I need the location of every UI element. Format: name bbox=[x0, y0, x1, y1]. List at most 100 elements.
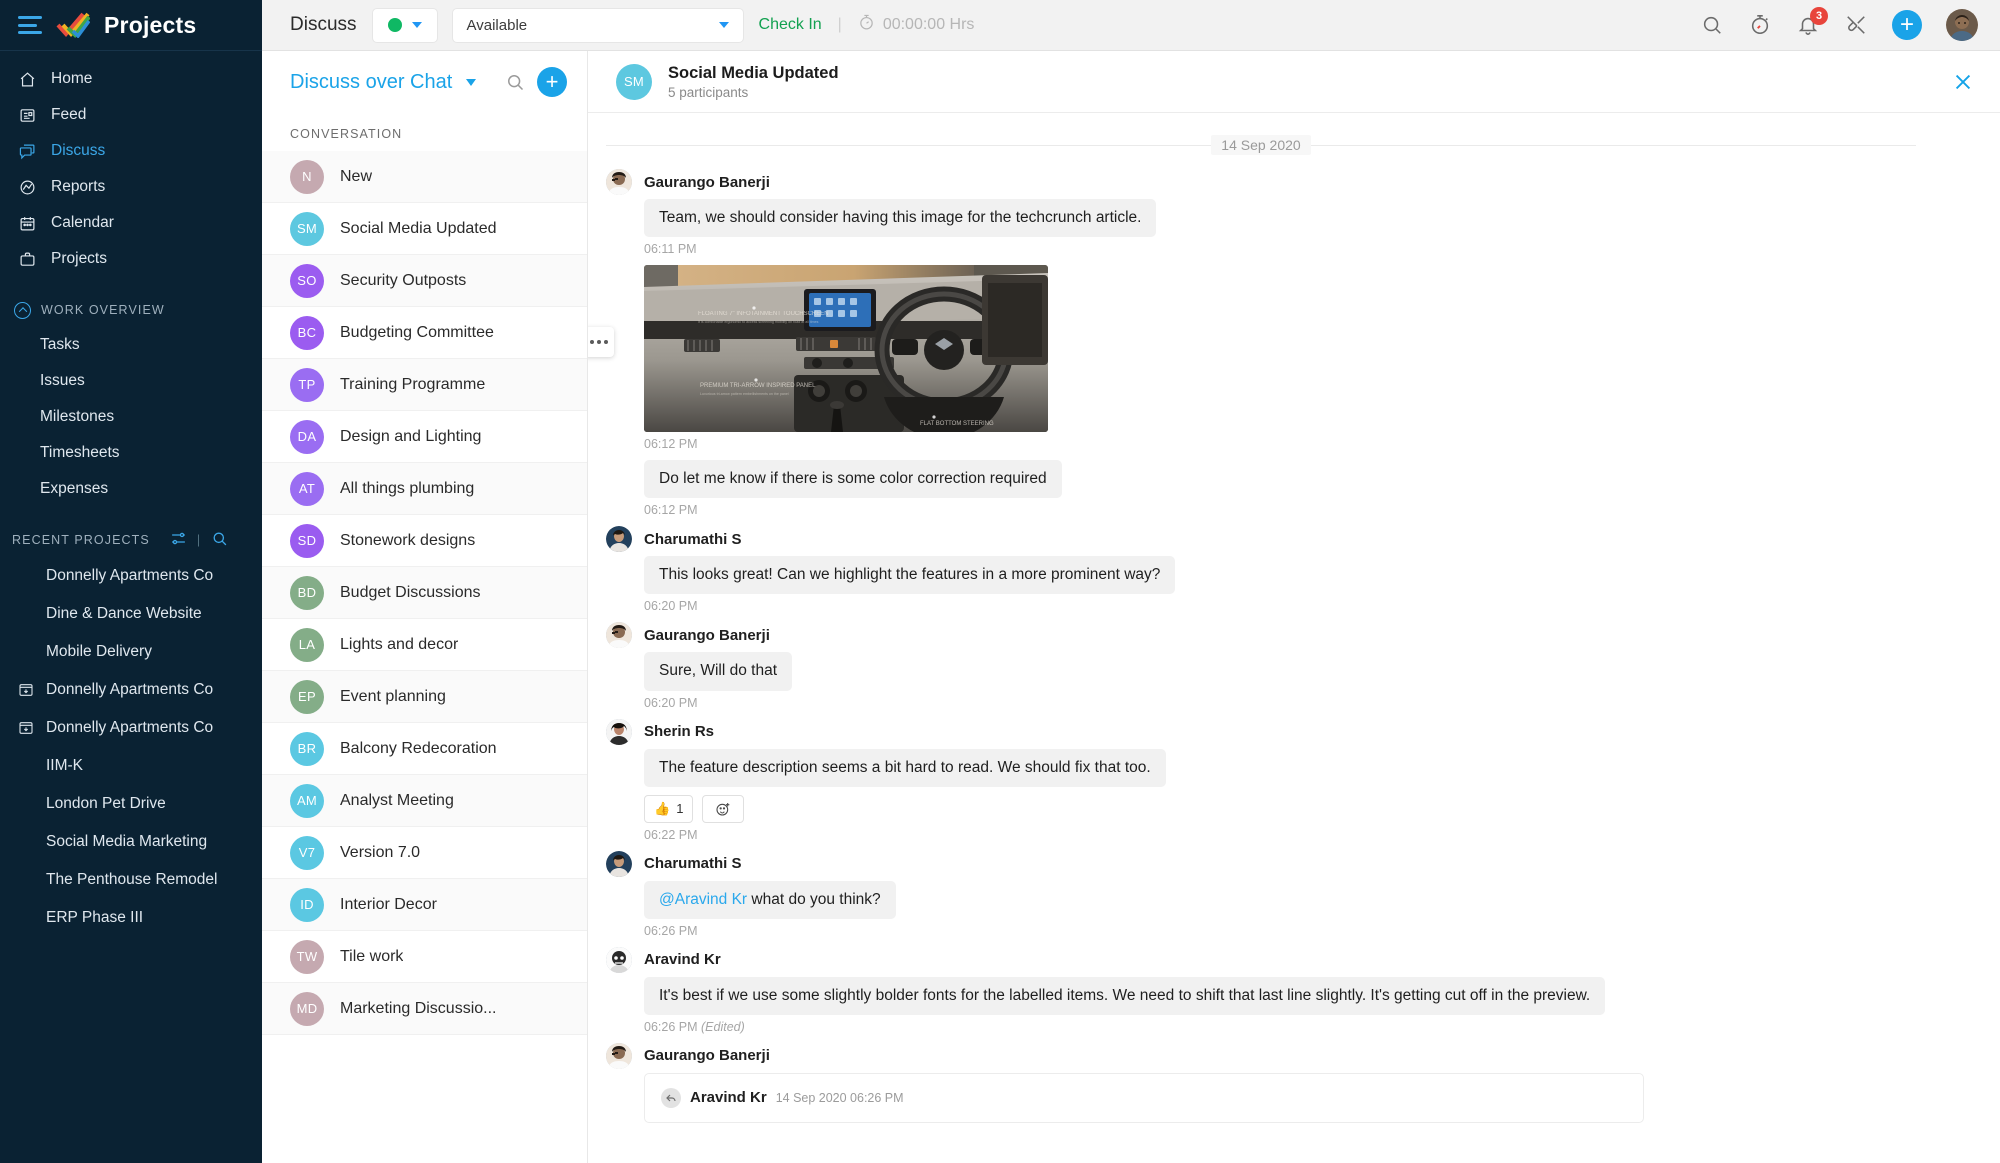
notifications-bell-icon[interactable]: 3 bbox=[1796, 7, 1828, 37]
project-item[interactable]: Donnelly Apartments Co bbox=[0, 709, 262, 747]
conversation-item-marketing-discussion[interactable]: MD Marketing Discussio... bbox=[262, 983, 587, 1035]
check-in-button[interactable]: Check In bbox=[759, 16, 822, 34]
sidebar-item-feed[interactable]: Feed bbox=[0, 97, 262, 133]
project-item[interactable]: London Pet Drive bbox=[0, 785, 262, 823]
avatar: MD bbox=[290, 991, 324, 1026]
message-item: Gaurango Banerji Aravind Kr 14 Sep 2020 … bbox=[588, 1042, 1976, 1123]
label-milestones: Milestones bbox=[40, 408, 115, 425]
label-issues: Issues bbox=[40, 372, 85, 389]
project-item[interactable]: Donnelly Apartments Co bbox=[0, 671, 262, 709]
timer-icon[interactable] bbox=[1748, 13, 1772, 37]
conversation-label: Version 7.0 bbox=[340, 843, 421, 861]
chat-meta: Social Media Updated 5 participants bbox=[668, 64, 839, 100]
thumbs-up-emoji: 👍 bbox=[654, 800, 671, 816]
project-label: Dine & Dance Website bbox=[46, 605, 202, 622]
avatar bbox=[606, 622, 632, 649]
work-overview-header[interactable]: WORK OVERVIEW bbox=[0, 293, 262, 327]
sidebar-item-home[interactable]: Home bbox=[0, 61, 262, 97]
sidebar-item-tasks[interactable]: Tasks bbox=[0, 327, 262, 363]
conversation-item-budget-discussions[interactable]: BD Budget Discussions bbox=[262, 567, 587, 619]
user-avatar[interactable] bbox=[1946, 9, 1978, 41]
sidebar-item-discuss[interactable]: Discuss bbox=[0, 133, 262, 169]
project-item[interactable]: The Penthouse Remodel bbox=[0, 861, 262, 899]
conversation-item-version-7[interactable]: V7 Version 7.0 bbox=[262, 827, 587, 879]
thumbs-up-reaction[interactable]: 👍 1 bbox=[644, 794, 694, 823]
sidebar-item-timesheets[interactable]: Timesheets bbox=[0, 435, 262, 471]
search-icon[interactable] bbox=[505, 72, 525, 92]
project-item[interactable]: Social Media Marketing bbox=[0, 823, 262, 861]
conversation-item-training-programme[interactable]: TP Training Programme bbox=[262, 359, 587, 411]
sidebar-item-projects[interactable]: Projects bbox=[0, 241, 262, 277]
conversation-item-new[interactable]: N New bbox=[262, 151, 587, 203]
search-icon[interactable] bbox=[211, 530, 228, 550]
message-time: 06:26 PM bbox=[644, 923, 698, 938]
message-item: Charumathi S This looks great! Can we hi… bbox=[588, 526, 1976, 613]
conversation-label: All things plumbing bbox=[340, 479, 475, 497]
hamburger-menu-icon[interactable] bbox=[18, 16, 42, 34]
project-label: The Penthouse Remodel bbox=[46, 871, 218, 888]
conversation-label: Social Media Updated bbox=[340, 219, 497, 237]
message-bubble: The feature description seems a bit hard… bbox=[644, 748, 1166, 787]
add-reaction-icon[interactable] bbox=[702, 794, 745, 823]
conversation-label: Balcony Redecoration bbox=[340, 739, 497, 757]
conversation-item-stonework-designs[interactable]: SD Stonework designs bbox=[262, 515, 587, 567]
conversation-item-tile-work[interactable]: TW Tile work bbox=[262, 931, 587, 983]
conversation-item-security-outposts[interactable]: SO Security Outposts bbox=[262, 255, 587, 307]
chat-participants[interactable]: 5 participants bbox=[668, 85, 839, 100]
discuss-icon bbox=[18, 142, 37, 161]
mention-link[interactable]: @Aravind Kr bbox=[659, 891, 747, 908]
project-item[interactable]: Mobile Delivery bbox=[0, 633, 262, 671]
discuss-over-chat-title[interactable]: Discuss over Chat bbox=[290, 71, 452, 94]
quote-header: Aravind Kr 14 Sep 2020 06:26 PM bbox=[661, 1087, 1627, 1108]
sidebar-item-calendar[interactable]: Calendar bbox=[0, 205, 262, 241]
conversation-item-interior-decor[interactable]: ID Interior Decor bbox=[262, 879, 587, 931]
more-options-icon[interactable] bbox=[588, 327, 614, 358]
sidebar-item-milestones[interactable]: Milestones bbox=[0, 399, 262, 435]
close-icon[interactable] bbox=[1950, 69, 1976, 95]
home-icon bbox=[18, 70, 37, 89]
project-item[interactable]: ERP Phase III bbox=[0, 899, 262, 937]
reply-icon bbox=[661, 1087, 681, 1108]
quoted-message-card[interactable]: Aravind Kr 14 Sep 2020 06:26 PM bbox=[644, 1072, 1644, 1123]
conversation-item-all-things-plumbing[interactable]: AT All things plumbing bbox=[262, 463, 587, 515]
recent-projects-header: RECENT PROJECTS | bbox=[0, 523, 262, 557]
conversation-item-event-planning[interactable]: EP Event planning bbox=[262, 671, 587, 723]
reports-icon bbox=[18, 178, 37, 197]
message-time: 06:12 PM bbox=[644, 503, 698, 518]
conversation-item-lights-and-decor[interactable]: LA Lights and decor bbox=[262, 619, 587, 671]
date-line-left bbox=[606, 144, 1212, 146]
search-icon[interactable] bbox=[1700, 13, 1724, 37]
conversation-item-analyst-meeting[interactable]: AM Analyst Meeting bbox=[262, 775, 587, 827]
conversation-item-social-media-updated[interactable]: SM Social Media Updated bbox=[262, 203, 587, 255]
conversation-item-balcony-redecoration[interactable]: BR Balcony Redecoration bbox=[262, 723, 587, 775]
avatar: SM bbox=[290, 211, 324, 246]
project-item[interactable]: Donnelly Apartments Co bbox=[0, 557, 262, 595]
sidebar-item-expenses[interactable]: Expenses bbox=[0, 471, 262, 507]
sidebar-item-issues[interactable]: Issues bbox=[0, 363, 262, 399]
availability-select[interactable]: Available bbox=[452, 8, 743, 42]
recent-projects-label: RECENT PROJECTS bbox=[12, 533, 150, 547]
sidebar-item-reports[interactable]: Reports bbox=[0, 169, 262, 205]
message-time: 06:11 PM bbox=[644, 242, 697, 257]
time-value: 06:26 PM bbox=[644, 1019, 698, 1034]
message-author-row: Sherin Rs bbox=[606, 718, 1976, 745]
avatar: DA bbox=[290, 419, 324, 454]
attached-image[interactable]: FLOATING 7" INFOTAINMENT TOUCHSCREEN It … bbox=[644, 265, 1048, 433]
sliders-icon[interactable] bbox=[170, 530, 187, 550]
conversation-item-design-and-lighting[interactable]: DA Design and Lighting bbox=[262, 411, 587, 463]
project-item[interactable]: Dine & Dance Website bbox=[0, 595, 262, 633]
message-list[interactable]: 14 Sep 2020 Gaurango Banerji Team, we sh… bbox=[588, 113, 2000, 1163]
brand-bar: Projects bbox=[0, 0, 262, 51]
tools-icon[interactable] bbox=[1844, 13, 1868, 37]
bubble-wrap: The feature description seems a bit hard… bbox=[606, 748, 1976, 787]
chevron-down-icon[interactable] bbox=[466, 78, 477, 86]
avatar bbox=[606, 526, 632, 553]
new-conversation-button[interactable]: + bbox=[537, 67, 567, 97]
conversation-item-budgeting-committee[interactable]: BC Budgeting Committee bbox=[262, 307, 587, 359]
chat-title: Social Media Updated bbox=[668, 63, 839, 82]
quote-author: Aravind Kr bbox=[690, 1089, 767, 1107]
project-item[interactable]: IIM-K bbox=[0, 747, 262, 785]
status-dot-dropdown[interactable] bbox=[372, 8, 437, 42]
message-author-row: Gaurango Banerji bbox=[606, 622, 1976, 649]
add-button[interactable] bbox=[1892, 10, 1922, 40]
